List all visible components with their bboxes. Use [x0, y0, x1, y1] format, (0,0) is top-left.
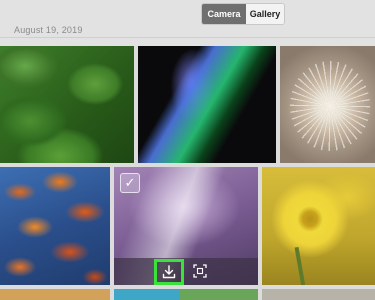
photo-action-bar: [114, 258, 258, 285]
header-divider: [0, 37, 375, 38]
photo-thumbnail-leaves[interactable]: [0, 167, 110, 285]
header: August 19, 2019 Camera Gallery: [0, 0, 375, 46]
download-button[interactable]: [154, 259, 184, 285]
tab-gallery[interactable]: Gallery: [246, 4, 284, 24]
source-tabs: Camera Gallery: [201, 3, 285, 25]
gallery-screen: August 19, 2019 Camera Gallery ✓: [0, 0, 375, 300]
photo-thumbnail-selected[interactable]: ✓: [114, 167, 258, 285]
photo-thumbnail-succulent[interactable]: [0, 46, 134, 163]
next-row-thumbnails[interactable]: [0, 289, 375, 300]
dandelion-seeds: [290, 61, 370, 151]
crop-icon: [193, 264, 207, 278]
photo-thumbnail-dandelion[interactable]: [280, 46, 375, 163]
flower-stem: [294, 246, 306, 285]
download-icon: [162, 265, 176, 279]
photo-thumbnail-brushstroke[interactable]: [138, 46, 276, 163]
photo-thumbnail-flower[interactable]: [262, 167, 375, 285]
crop-button[interactable]: [190, 261, 210, 281]
tab-camera[interactable]: Camera: [202, 4, 246, 24]
date-label: August 19, 2019: [14, 25, 83, 35]
selection-checkbox[interactable]: ✓: [120, 173, 140, 193]
